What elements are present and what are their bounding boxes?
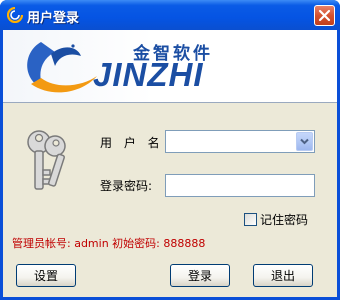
settings-button[interactable]: 设置 [16, 264, 76, 287]
title-bar[interactable]: 用户登录 [0, 0, 340, 30]
login-window: 用户登录 金智软件 JINZHI 用 户 名: 登录密码: 记住密码 管理员帐号… [0, 0, 340, 300]
keys-icon [27, 130, 66, 190]
remember-password-option[interactable]: 记住密码 [244, 211, 308, 228]
remember-password-checkbox[interactable] [244, 213, 257, 226]
chevron-down-icon [300, 138, 309, 145]
username-input[interactable] [168, 133, 294, 150]
username-dropdown-button[interactable] [296, 132, 313, 151]
app-logo-icon [7, 7, 23, 23]
username-combobox[interactable] [165, 130, 315, 153]
close-icon [318, 9, 331, 22]
close-button[interactable] [314, 5, 335, 26]
password-field[interactable] [165, 174, 315, 197]
banner-divider [3, 102, 337, 103]
admin-account-hint: 管理员帐号: admin 初始密码: 888888 [12, 237, 206, 250]
exit-button[interactable]: 退出 [253, 264, 313, 287]
remember-password-label: 记住密码 [260, 213, 309, 227]
brand-banner: 金智软件 JINZHI [3, 30, 337, 102]
username-label: 用 户 名: [100, 136, 172, 150]
login-button[interactable]: 登录 [170, 264, 230, 287]
password-label: 登录密码: [100, 179, 153, 193]
window-title: 用户登录 [27, 11, 80, 26]
dialog-body: 金智软件 JINZHI 用 户 名: 登录密码: 记住密码 管理员帐号: adm… [3, 30, 337, 297]
brand-name-en: JINZHI [93, 56, 204, 93]
